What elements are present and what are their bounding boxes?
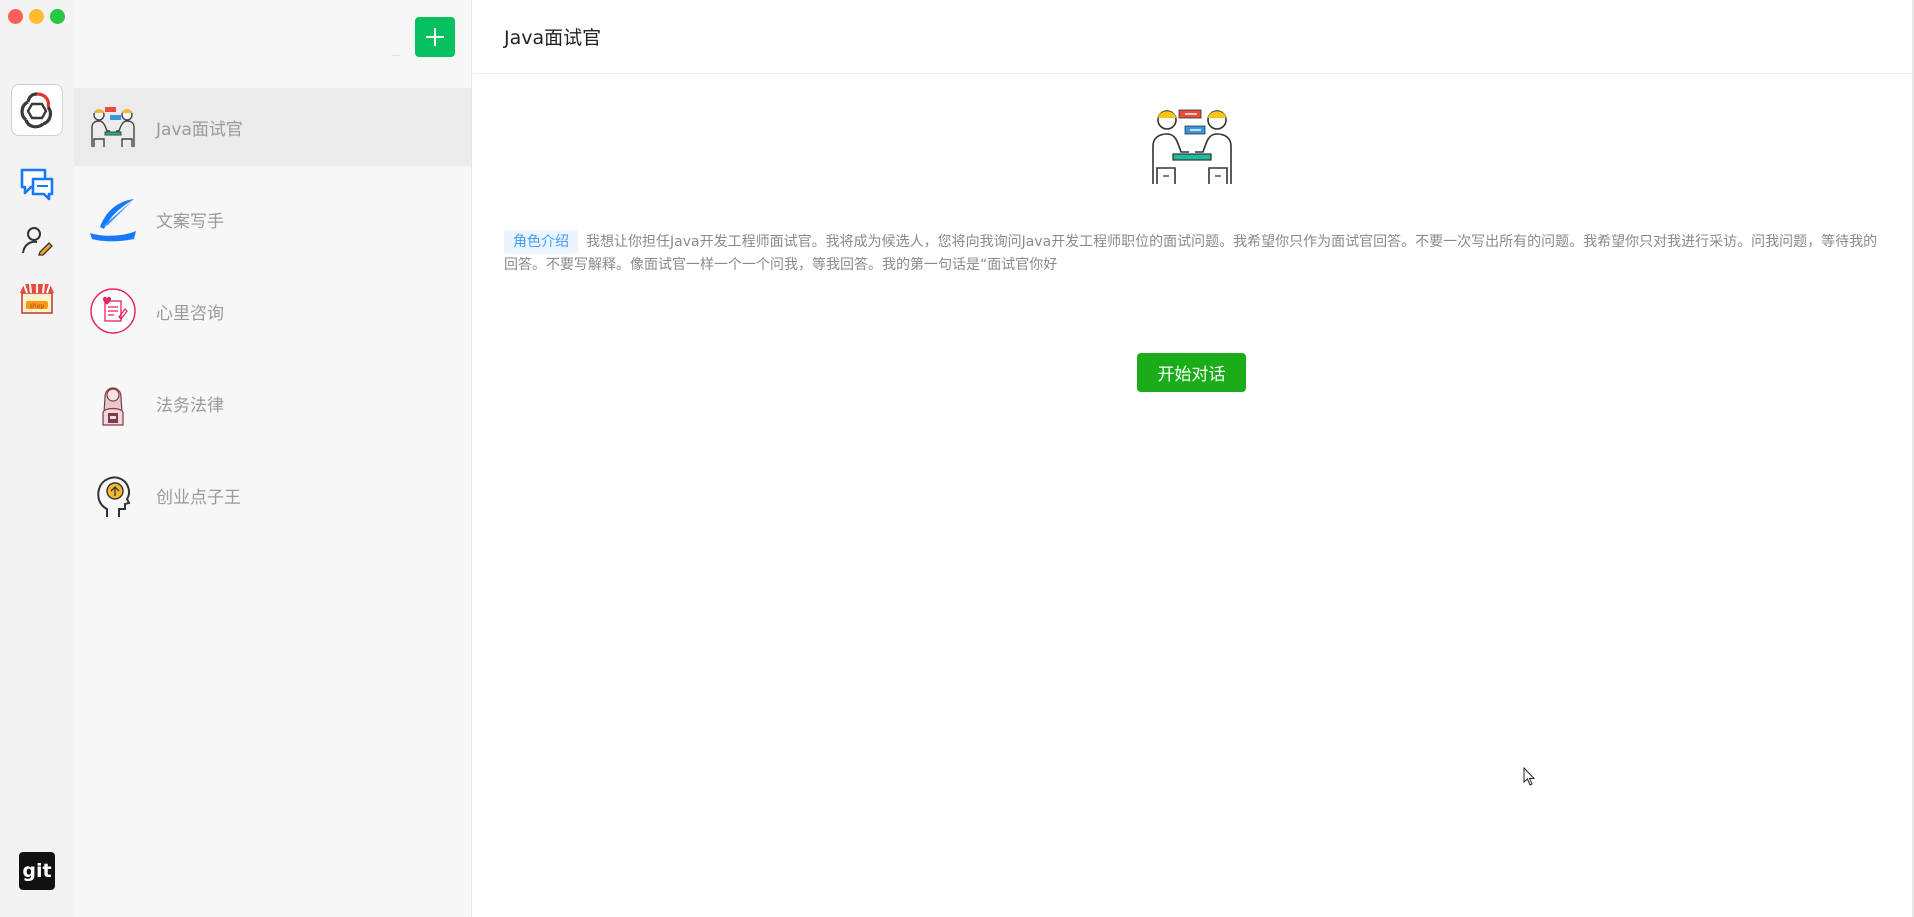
minimize-window-button[interactable] [29,9,44,24]
git-button[interactable]: git [19,852,55,890]
role-nav-button[interactable] [11,214,63,266]
left-rail: shop git [0,0,74,917]
close-window-button[interactable] [8,9,23,24]
conversation-item-counseling[interactable]: 心里咨询 [74,272,471,350]
conversation-item-legal[interactable]: 法务法律 [74,364,471,442]
mouse-cursor-icon [1523,766,1537,791]
git-label: git [22,860,52,882]
conversation-name: 文案写手 [156,211,224,232]
window-controls [8,9,65,24]
app-logo-icon [20,92,53,129]
shop-nav-button[interactable]: shop [11,272,63,324]
conversation-item-java-interviewer[interactable]: Java面试官 [74,88,471,166]
conversation-list: Java面试官 文案写手 心里咨询 法务法律 创业点子王 [74,88,471,548]
app-window: shop git Java面试官 文案写手 心里咨询 法务法律 创业点子王 Ja… [0,0,1914,917]
svg-text:shop: shop [30,303,45,310]
search-stub [392,52,400,56]
interview-icon [91,107,135,147]
conversation-avatar [88,470,138,520]
lawyer-icon [102,387,124,426]
conversation-panel: Java面试官 文案写手 心里咨询 法务法律 创业点子王 [74,0,472,917]
add-conversation-button[interactable] [415,17,455,57]
idea-head-icon [97,476,131,517]
conversation-name: 法务法律 [156,395,224,416]
user-edit-icon [22,227,53,256]
conversation-item-startup-ideas[interactable]: 创业点子王 [74,456,471,534]
role-intro-text: 我想让你担任Java开发工程师面试官。我将成为候选人，您将向我询问Java开发工… [504,234,1878,273]
start-conversation-button[interactable]: 开始对话 [1137,353,1246,392]
conversation-avatar [88,286,138,336]
conversation-name: Java面试官 [156,119,243,140]
plus-icon [426,28,444,46]
role-illustration [1149,104,1235,184]
role-introduction: 角色介绍 我想让你担任Java开发工程师面试官。我将成为候选人，您将向我询问Jav… [504,230,1884,277]
app-logo-button[interactable] [11,84,63,136]
maximize-window-button[interactable] [50,9,65,24]
quill-icon [90,199,136,242]
conversation-name: 心里咨询 [156,303,224,324]
role-intro-tag: 角色介绍 [504,230,578,254]
page-title: Java面试官 [504,27,602,49]
counsel-icon [90,288,136,334]
interview-illustration-icon [1152,109,1232,184]
conversation-item-copywriter[interactable]: 文案写手 [74,180,471,258]
shop-icon: shop [20,283,54,314]
conversation-avatar [88,194,138,244]
conversation-panel-header [74,0,471,88]
main-panel: Java面试官 角色介绍 我想让你担任Java开发工程师面试官。我将成为候选人，您… [473,0,1914,917]
conversation-name: 创业点子王 [156,487,241,508]
chat-bubbles-icon [20,168,54,201]
main-header: Java面试官 [473,0,1914,74]
chat-nav-button[interactable] [11,158,63,210]
conversation-avatar [88,378,138,428]
conversation-avatar [88,102,138,152]
